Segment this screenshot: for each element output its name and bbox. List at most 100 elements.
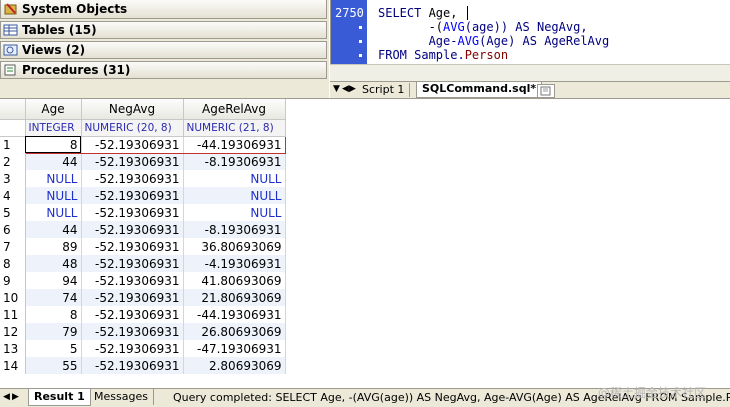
table-row[interactable]: 4 NULL -52.19306931 NULL [0, 187, 286, 204]
tab-script-1[interactable]: Script 1 [357, 83, 411, 97]
table-row[interactable]: 9 94 -52.19306931 41.80693069 [0, 272, 286, 289]
cell-agerelavg[interactable]: NULL [183, 187, 286, 204]
tab-result-1[interactable]: Result 1 [28, 389, 91, 406]
cell-negavg[interactable]: -52.19306931 [81, 272, 184, 289]
table-row[interactable]: 3 NULL -52.19306931 NULL [0, 170, 286, 187]
row-number: 6 [0, 221, 26, 238]
code-text: (age)) AS NegAvg, [464, 20, 588, 34]
tab-right-arrow-icon[interactable]: ▶ [12, 392, 19, 402]
cell-agerelavg[interactable]: -4.19306931 [183, 255, 286, 272]
cell-negavg[interactable]: -52.19306931 [81, 340, 184, 357]
cell-agerelavg[interactable]: 2.80693069 [183, 357, 286, 374]
cell-age[interactable]: 94 [25, 272, 82, 289]
cell-agerelavg[interactable]: -47.19306931 [183, 340, 286, 357]
cell-negavg[interactable]: -52.19306931 [81, 306, 184, 323]
cell-agerelavg[interactable]: -8.19306931 [183, 153, 286, 170]
editor-horizontal-scrollbar[interactable] [330, 64, 730, 82]
cell-age[interactable]: 89 [25, 238, 82, 255]
tree-item-label: Procedures (31) [22, 63, 131, 77]
cell-agerelavg[interactable]: -8.19306931 [183, 221, 286, 238]
row-number: 11 [0, 306, 26, 323]
table-icon [3, 23, 19, 37]
cell-age[interactable]: 44 [25, 153, 82, 170]
editor-tab-bar: ▼ ◀ ▶ Script 1 SQLCommand.sql* [330, 81, 730, 99]
row-number: 2 [0, 153, 26, 170]
table-row[interactable]: 8 48 -52.19306931 -4.19306931 [0, 255, 286, 272]
code-line-2: -(AVG(age)) AS NegAvg, [378, 20, 588, 34]
cell-negavg[interactable]: -52.19306931 [81, 221, 184, 238]
tree-item-label: Tables (15) [22, 23, 97, 37]
cell-age[interactable]: 55 [25, 357, 82, 374]
cell-negavg[interactable]: -52.19306931 [81, 255, 184, 272]
text-caret [467, 6, 468, 20]
tree-item-system-objects[interactable]: System Objects [0, 0, 327, 19]
new-tab-icon[interactable] [537, 84, 555, 98]
table-row[interactable]: 6 44 -52.19306931 -8.19306931 [0, 221, 286, 238]
cell-negavg[interactable]: -52.19306931 [81, 135, 184, 154]
table-row[interactable]: 10 74 -52.19306931 21.80693069 [0, 289, 286, 306]
cell-negavg[interactable]: -52.19306931 [81, 323, 184, 340]
cell-agerelavg[interactable]: NULL [183, 204, 286, 221]
code-text: Sample. [406, 48, 465, 62]
cell-negavg[interactable]: -52.19306931 [81, 170, 184, 187]
table-row[interactable]: 2 44 -52.19306931 -8.19306931 [0, 153, 286, 170]
editor-gutter: 2750 [331, 0, 367, 64]
cell-agerelavg[interactable]: 26.80693069 [183, 323, 286, 340]
tree-item-procedures[interactable]: Procedures (31) [0, 61, 327, 79]
cell-age[interactable]: 5 [25, 340, 82, 357]
row-number: 12 [0, 323, 26, 340]
sql-editor[interactable]: 2750 SELECT Age, -(AVG(age)) AS NegAvg, … [330, 0, 730, 64]
cell-negavg[interactable]: -52.19306931 [81, 187, 184, 204]
sql-keyword: FROM [378, 48, 407, 62]
column-header-negavg[interactable]: NegAvg [81, 99, 184, 120]
code-line-1: SELECT Age, [378, 6, 457, 20]
cell-age[interactable]: 8 [25, 135, 82, 154]
column-type: NUMERIC (20, 8) [81, 119, 184, 137]
table-row[interactable]: 12 79 -52.19306931 26.80693069 [0, 323, 286, 340]
tab-right-arrow-icon[interactable]: ▶ [349, 84, 356, 94]
table-row[interactable]: 13 5 -52.19306931 -47.19306931 [0, 340, 286, 357]
row-number: 1 [0, 136, 26, 153]
cell-agerelavg[interactable]: 36.80693069 [183, 238, 286, 255]
tree-item-tables[interactable]: Tables (15) [0, 21, 327, 39]
cell-age[interactable]: NULL [25, 170, 82, 187]
cell-negavg[interactable]: -52.19306931 [81, 289, 184, 306]
row-number: 4 [0, 187, 26, 204]
column-header-age[interactable]: Age [25, 99, 82, 120]
table-row[interactable]: 11 8 -52.19306931 -44.19306931 [0, 306, 286, 323]
cell-negavg[interactable]: -52.19306931 [81, 357, 184, 374]
results-grid[interactable]: Age NegAvg AgeRelAvg INTEGER NUMERIC (20… [0, 98, 730, 389]
cell-agerelavg[interactable]: 21.80693069 [183, 289, 286, 306]
row-number: 9 [0, 272, 26, 289]
object-tree-panel: System Objects Tables (15) Views (2) Pro… [0, 0, 329, 98]
row-header-corner [0, 99, 26, 120]
cell-age[interactable]: 8 [25, 306, 82, 323]
cell-age[interactable]: NULL [25, 204, 82, 221]
tab-left-arrow-icon[interactable]: ◀ [342, 84, 349, 94]
cell-age[interactable]: 74 [25, 289, 82, 306]
tab-dropdown-icon[interactable]: ▼ [333, 84, 340, 94]
table-row[interactable]: 1 8 -52.19306931 -44.19306931 [0, 135, 286, 154]
table-row[interactable]: 14 55 -52.19306931 2.80693069 [0, 357, 286, 374]
tree-item-label: Views (2) [22, 43, 86, 57]
tab-messages[interactable]: Messages [89, 389, 154, 405]
column-header-agerelavg[interactable]: AgeRelAvg [183, 99, 286, 120]
table-row[interactable]: 7 89 -52.19306931 36.80693069 [0, 238, 286, 255]
cell-agerelavg[interactable]: 41.80693069 [183, 272, 286, 289]
cell-agerelavg[interactable]: NULL [183, 170, 286, 187]
cell-age[interactable]: 44 [25, 221, 82, 238]
type-corner [0, 119, 26, 137]
cell-age[interactable]: NULL [25, 187, 82, 204]
table-row[interactable]: 5 NULL -52.19306931 NULL [0, 204, 286, 221]
tab-left-arrow-icon[interactable]: ◀ [3, 392, 10, 402]
cell-negavg[interactable]: -52.19306931 [81, 153, 184, 170]
cell-negavg[interactable]: -52.19306931 [81, 238, 184, 255]
cell-age[interactable]: 79 [25, 323, 82, 340]
tree-item-views[interactable]: Views (2) [0, 41, 327, 59]
row-number: 13 [0, 340, 26, 357]
cell-negavg[interactable]: -52.19306931 [81, 204, 184, 221]
cell-age[interactable]: 48 [25, 255, 82, 272]
cell-agerelavg[interactable]: -44.19306931 [183, 306, 286, 323]
tab-sqlcommand[interactable]: SQLCommand.sql* [416, 82, 543, 98]
cell-agerelavg[interactable]: -44.19306931 [183, 135, 286, 154]
